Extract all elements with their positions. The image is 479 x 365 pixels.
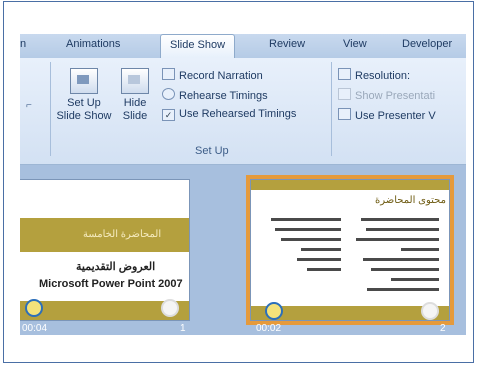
record-narration-label: Record Narration xyxy=(179,70,263,82)
seal-icon xyxy=(421,302,439,320)
hide-slide-icon xyxy=(121,68,149,94)
slide-show-setup-icon xyxy=(70,68,98,94)
resolution-label: Resolution: xyxy=(355,70,411,82)
resolution-icon xyxy=(338,68,351,80)
group-launcher-icon[interactable]: ⌐ xyxy=(26,100,32,111)
slide-1-subtitle-english: Microsoft Power Point 2007 xyxy=(39,278,183,290)
tab-slide-show[interactable]: Slide Show xyxy=(160,34,236,58)
rehearse-timings-button[interactable]: Rehearse Timings xyxy=(162,88,268,102)
slide-1-subtitle-arabic: العروض التقديمية xyxy=(76,261,156,273)
ribbon: ⌐ Set Up Slide Show Hide Slide Record Na… xyxy=(20,58,466,165)
use-presenter-view-label: Use Presenter V xyxy=(355,110,436,122)
seal-icon xyxy=(161,299,179,317)
show-presentation-on-dropdown[interactable]: Show Presentati xyxy=(338,88,435,102)
tab-developer[interactable]: Developer xyxy=(402,38,452,50)
slide-1-number: 1 xyxy=(180,323,186,334)
logo-icon xyxy=(25,299,43,317)
tab-view[interactable]: View xyxy=(343,38,367,50)
slide-sorter-view: المحاضرة الخامسة العروض التقديمية Micros… xyxy=(20,165,466,335)
hide-slide-button[interactable]: Hide Slide xyxy=(116,68,154,123)
record-narration-button[interactable]: Record Narration xyxy=(162,68,263,82)
tab-review[interactable]: Review xyxy=(269,38,305,50)
slide-2-title: محتوى المحاضرة xyxy=(375,195,446,206)
slide-2-number: 2 xyxy=(440,323,446,334)
show-presentation-label: Show Presentati xyxy=(355,90,436,102)
checkbox-icon xyxy=(338,108,351,120)
top-band xyxy=(251,180,449,190)
stopwatch-icon xyxy=(162,88,175,100)
microphone-icon xyxy=(162,68,175,80)
slide-thumbnail-1[interactable]: المحاضرة الخامسة العروض التقديمية Micros… xyxy=(20,179,190,321)
tab-animations[interactable]: Animations xyxy=(66,38,120,50)
powerpoint-window: n Animations Slide Show Review View Deve… xyxy=(20,34,466,335)
rehearse-timings-label: Rehearse Timings xyxy=(179,90,268,102)
group-separator xyxy=(50,62,51,156)
resolution-dropdown[interactable]: Resolution: xyxy=(338,68,410,82)
set-up-slide-show-button[interactable]: Set Up Slide Show xyxy=(55,68,113,123)
slide-1-timing: 00:04 xyxy=(22,323,48,334)
tab-partial[interactable]: n xyxy=(20,38,26,50)
use-rehearsed-timings-checkbox[interactable]: ✓ Use Rehearsed Timings xyxy=(162,108,296,121)
use-rehearsed-timings-label: Use Rehearsed Timings xyxy=(179,108,297,120)
slide-2-timing: 00:02 xyxy=(256,323,282,334)
group-separator xyxy=(331,62,332,156)
screenshot-frame: n Animations Slide Show Review View Deve… xyxy=(3,1,474,363)
monitor-icon xyxy=(338,88,351,100)
ribbon-tab-bar: n Animations Slide Show Review View Deve… xyxy=(20,34,466,59)
logo-icon xyxy=(265,302,283,320)
slide-thumbnail-2[interactable]: محتوى المحاضرة xyxy=(246,175,454,325)
group-label-set-up: Set Up xyxy=(195,145,229,157)
slide-1-title: المحاضرة الخامسة xyxy=(83,229,162,240)
use-presenter-view-checkbox[interactable]: Use Presenter V xyxy=(338,108,436,122)
hide-slide-label: Hide Slide xyxy=(122,97,148,122)
checkbox-checked-icon: ✓ xyxy=(162,109,175,121)
set-up-slide-show-label: Set Up Slide Show xyxy=(56,97,112,122)
